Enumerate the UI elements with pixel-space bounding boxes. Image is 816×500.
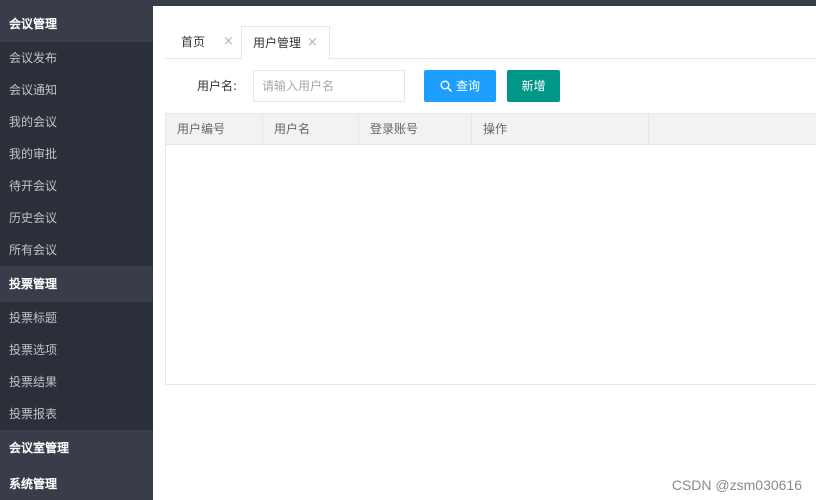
sidebar-item-pending-meetings[interactable]: 待开会议 [0,170,153,202]
column-header-username[interactable]: 用户名 [263,114,359,145]
tab-home-label: 首页 [181,35,206,49]
tab-bar: 首页 × 用户管理 × [165,26,816,60]
search-form: 用户名: 查询 新增 [165,70,816,102]
sidebar-item-all-meetings[interactable]: 所有会议 [0,234,153,266]
sidebar-item-vote-options[interactable]: 投票选项 [0,334,153,366]
sidebar-item-meeting-publish[interactable]: 会议发布 [0,42,153,74]
column-header-user-id[interactable]: 用户编号 [166,114,263,145]
sidebar-item-vote-report[interactable]: 投票报表 [0,398,153,430]
sidebar-group-system[interactable]: 系统管理 [0,466,153,500]
sidebar-item-my-approvals[interactable]: 我的审批 [0,138,153,170]
watermark: CSDN @zsm030616 [671,477,802,493]
username-label: 用户名: [197,79,238,93]
sidebar-item-vote-results[interactable]: 投票结果 [0,366,153,398]
column-header-login-account[interactable]: 登录账号 [359,114,472,145]
sidebar-item-meeting-notice[interactable]: 会议通知 [0,74,153,106]
main-content: 首页 × 用户管理 × 用户名: 查询 新增 用户编号 用户名 登录账号 操作 … [153,6,816,500]
tab-home[interactable]: 首页 × [165,26,241,59]
search-icon [440,80,452,92]
add-button[interactable]: 新增 [507,70,560,102]
query-button[interactable]: 查询 [424,70,496,102]
sidebar: 会议管理 会议发布 会议通知 我的会议 我的审批 待开会议 历史会议 所有会议 … [0,6,153,500]
sidebar-item-history-meetings[interactable]: 历史会议 [0,202,153,234]
query-button-label: 查询 [455,79,480,93]
sidebar-group-vote[interactable]: 投票管理 [0,266,153,302]
sidebar-item-my-meetings[interactable]: 我的会议 [0,106,153,138]
tab-user-management[interactable]: 用户管理 × [241,26,330,60]
close-icon[interactable]: × [307,27,318,59]
sidebar-item-vote-title[interactable]: 投票标题 [0,302,153,334]
close-icon[interactable]: × [223,26,234,58]
sidebar-group-meeting[interactable]: 会议管理 [0,6,153,42]
column-header-actions[interactable]: 操作 [472,114,649,145]
table-header: 用户编号 用户名 登录账号 操作 [166,114,816,145]
sidebar-group-room[interactable]: 会议室管理 [0,430,153,466]
user-table: 用户编号 用户名 登录账号 操作 [165,113,816,385]
username-search-input[interactable] [253,70,405,102]
tab-user-management-label: 用户管理 [253,36,302,50]
